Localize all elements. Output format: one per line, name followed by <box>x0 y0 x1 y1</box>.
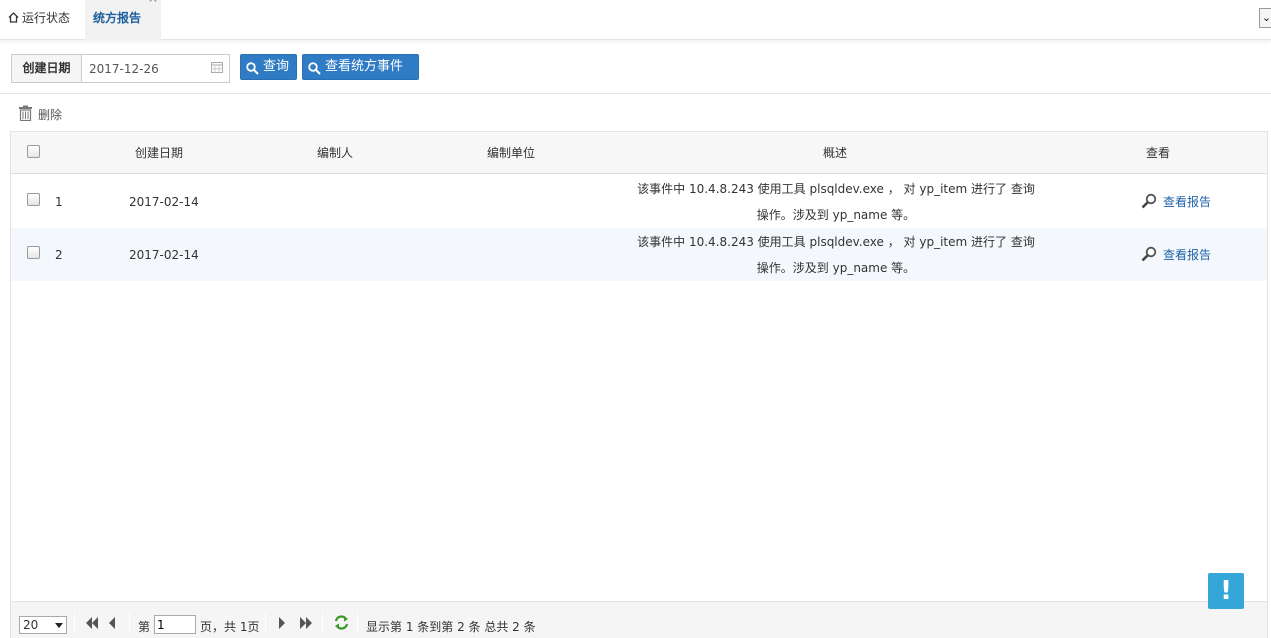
chevron-down-icon <box>55 623 63 628</box>
summary-line: 操作。涉及到 yp_name 等。 <box>756 208 916 222</box>
delete-label: 删除 <box>38 108 63 122</box>
search-icon <box>308 60 321 84</box>
view-events-button-label: 查看统方事件 <box>325 59 404 74</box>
last-page-icon[interactable] <box>298 616 314 633</box>
column-header-summary[interactable]: 概述 <box>775 132 895 174</box>
magnifier-icon <box>1141 246 1157 265</box>
row-checkbox[interactable] <box>27 193 40 206</box>
column-header-date[interactable]: 创建日期 <box>99 132 219 174</box>
table-row[interactable]: 1 2017-02-14 该事件中 10.4.8.243 使用工具 plsqld… <box>11 175 1267 228</box>
pager-divider <box>74 612 75 634</box>
view-report-link[interactable]: 查看报告 <box>1141 246 1211 265</box>
help-badge[interactable]: ! <box>1208 573 1244 609</box>
home-icon <box>8 1 19 37</box>
summary-line: 该事件中 10.4.8.243 使用工具 plsqldev.exe ， 对 yp… <box>637 235 1035 249</box>
pager-divider <box>322 612 323 634</box>
report-table: 创建日期 编制人 编制单位 概述 查看 1 2017-02-14 该事件中 10… <box>10 131 1268 638</box>
page-number-input[interactable] <box>154 615 196 634</box>
pager-divider <box>265 612 266 634</box>
pager-divider <box>129 612 130 634</box>
calendar-icon[interactable] <box>211 61 223 76</box>
query-button[interactable]: 查询 <box>240 54 297 80</box>
next-page-icon[interactable] <box>277 616 287 633</box>
query-button-label: 查询 <box>263 59 290 74</box>
pagination-bar: 20 第 页，共 1页 显示第 1 <box>11 601 1267 638</box>
column-header-author[interactable]: 编制人 <box>275 132 395 174</box>
tab-label: 运行状态 <box>22 11 71 25</box>
refresh-icon[interactable] <box>333 614 350 634</box>
magnifier-icon <box>1141 193 1157 212</box>
view-report-link[interactable]: 查看报告 <box>1141 193 1211 212</box>
prev-page-icon[interactable] <box>107 616 117 633</box>
row-index: 1 <box>55 195 63 209</box>
tab-menu-button[interactable]: ⌄ <box>1259 8 1271 28</box>
pager-summary: 显示第 1 条到第 2 条 总共 2 条 <box>366 620 536 634</box>
view-report-label: 查看报告 <box>1163 195 1212 209</box>
page-prefix: 第 <box>138 620 151 634</box>
row-index: 2 <box>55 248 63 262</box>
row-checkbox[interactable] <box>27 246 40 259</box>
tab-bar: 运行状态 统方报告 × ⌄ <box>0 0 1271 40</box>
first-page-icon[interactable] <box>84 616 100 633</box>
pager-divider <box>357 612 358 634</box>
summary-line: 该事件中 10.4.8.243 使用工具 plsqldev.exe ， 对 yp… <box>637 182 1035 196</box>
close-icon[interactable]: × <box>148 0 158 5</box>
row-summary: 该事件中 10.4.8.243 使用工具 plsqldev.exe ， 对 yp… <box>631 176 1041 228</box>
view-report-label: 查看报告 <box>1163 248 1212 262</box>
row-date: 2017-02-14 <box>129 248 199 262</box>
page-size-value: 20 <box>23 618 39 632</box>
page-size-select[interactable]: 20 <box>19 616 67 634</box>
search-icon <box>246 60 259 84</box>
column-header-view: 查看 <box>1145 146 1170 160</box>
trash-icon <box>18 105 33 124</box>
tab-label: 统方报告 <box>93 11 142 25</box>
tab-report[interactable]: 统方报告 <box>85 0 161 40</box>
tab-running-status[interactable]: 运行状态 <box>8 0 86 40</box>
view-events-button[interactable]: 查看统方事件 <box>302 54 419 80</box>
table-header: 创建日期 编制人 编制单位 概述 查看 <box>11 132 1267 174</box>
date-label: 创建日期 <box>11 54 82 83</box>
row-summary: 该事件中 10.4.8.243 使用工具 plsqldev.exe ， 对 yp… <box>631 229 1041 281</box>
search-bar: 创建日期 查询 查看统方事件 <box>0 40 1271 94</box>
date-input[interactable] <box>81 54 230 83</box>
column-header-unit[interactable]: 编制单位 <box>451 132 571 174</box>
row-date: 2017-02-14 <box>129 195 199 209</box>
table-row[interactable]: 2 2017-02-14 该事件中 10.4.8.243 使用工具 plsqld… <box>11 228 1267 281</box>
summary-line: 操作。涉及到 yp_name 等。 <box>756 261 916 275</box>
select-all-checkbox[interactable] <box>27 145 40 158</box>
page-suffix: 页，共 1页 <box>200 620 260 634</box>
